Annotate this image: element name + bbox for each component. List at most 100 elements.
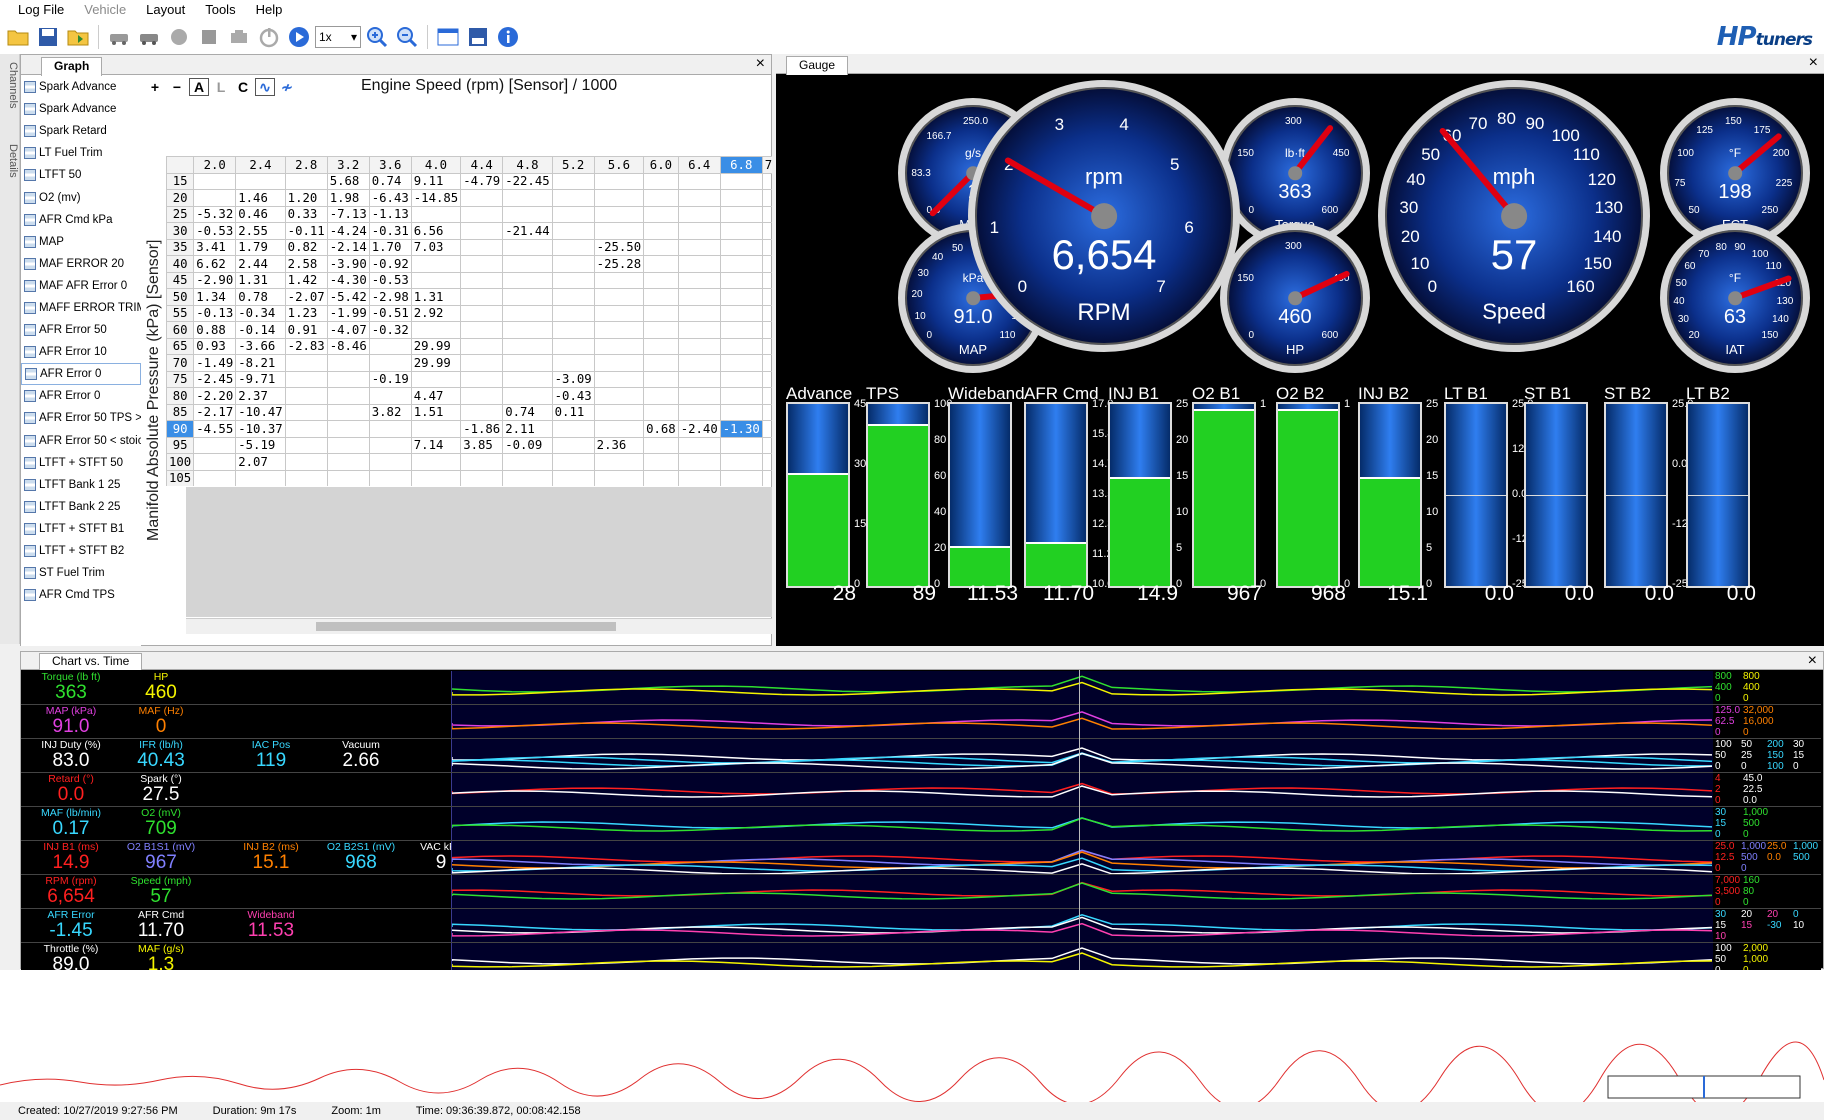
table-cell[interactable] xyxy=(460,238,504,256)
table-cell[interactable] xyxy=(761,469,772,486)
table-cell[interactable] xyxy=(643,387,679,405)
table-cell[interactable] xyxy=(284,387,328,405)
table-cell[interactable]: -0.09 xyxy=(502,436,553,454)
table-cell[interactable] xyxy=(502,304,553,322)
table-cell[interactable] xyxy=(368,436,412,454)
menu-tools[interactable]: Tools xyxy=(195,0,245,20)
table-cell[interactable] xyxy=(593,420,645,438)
table-cell[interactable] xyxy=(502,288,553,306)
table-cell[interactable]: -0.51 xyxy=(368,304,412,322)
menu-layout[interactable]: Layout xyxy=(136,0,195,20)
table-cell[interactable] xyxy=(761,436,772,454)
table-cell[interactable] xyxy=(761,321,772,339)
table-cell[interactable] xyxy=(677,453,721,471)
table-cell[interactable] xyxy=(326,436,370,454)
column-header[interactable]: 5.2 xyxy=(551,156,595,174)
table-cell[interactable] xyxy=(761,337,772,355)
channel-readout[interactable]: Wideband 11.53 xyxy=(226,909,316,941)
column-header[interactable]: 2.4 xyxy=(235,156,286,174)
channel-list-item[interactable]: AFR Error 50 TPS > 5 xyxy=(21,407,141,429)
table-cell[interactable] xyxy=(593,321,645,339)
table-cell[interactable] xyxy=(368,469,412,486)
channel-readout[interactable]: AFR Error -1.45 xyxy=(26,909,116,941)
table-cell[interactable] xyxy=(502,205,553,223)
channel-list-item[interactable]: AFR Error 0 xyxy=(21,385,141,407)
table-cell[interactable] xyxy=(593,271,645,289)
log-overview-strip[interactable] xyxy=(0,970,1824,1102)
table-cell[interactable] xyxy=(368,337,412,355)
table-cell[interactable] xyxy=(326,354,370,372)
table-cell[interactable] xyxy=(284,370,328,388)
chart-trace[interactable] xyxy=(451,909,1713,942)
table-cell[interactable] xyxy=(551,172,595,190)
channel-list-item[interactable]: LTFT 50 xyxy=(21,164,141,186)
table-cell[interactable] xyxy=(719,370,763,388)
table-cell[interactable] xyxy=(643,436,679,454)
save-icon[interactable] xyxy=(34,23,62,51)
row-header[interactable]: 65 xyxy=(166,337,195,355)
table-cell[interactable] xyxy=(761,172,772,190)
row-header[interactable]: 35 xyxy=(166,238,195,256)
channel-list-item[interactable]: Spark Retard xyxy=(21,120,141,142)
table-cell[interactable] xyxy=(719,403,763,421)
details-side-tab[interactable]: Details xyxy=(1,144,19,178)
table-cell[interactable] xyxy=(719,189,763,207)
menu-help[interactable]: Help xyxy=(246,0,293,20)
table-cell[interactable]: -0.53 xyxy=(368,271,412,289)
play-icon[interactable] xyxy=(285,23,313,51)
table-cell[interactable] xyxy=(410,205,462,223)
table-cell[interactable] xyxy=(593,453,645,471)
table-cell[interactable] xyxy=(719,453,763,471)
table-cell[interactable] xyxy=(761,304,772,322)
table-cell[interactable]: -4.07 xyxy=(326,321,370,339)
table-cell[interactable] xyxy=(677,469,721,486)
table-cell[interactable] xyxy=(460,288,504,306)
table-cell[interactable] xyxy=(551,288,595,306)
column-header[interactable]: 6.4 xyxy=(677,156,721,174)
menu-vehicle[interactable]: Vehicle xyxy=(74,0,136,20)
table-cell[interactable] xyxy=(593,403,645,421)
column-header[interactable]: 2.0 xyxy=(193,156,237,174)
row-header[interactable]: 85 xyxy=(166,403,195,421)
table-cell[interactable] xyxy=(410,453,462,471)
close-icon[interactable]: × xyxy=(756,56,765,72)
table-cell[interactable]: 0.88 xyxy=(193,321,237,339)
column-header[interactable]: 4.0 xyxy=(410,156,462,174)
table-cell[interactable] xyxy=(719,436,763,454)
table-cell[interactable] xyxy=(502,321,553,339)
table-cell[interactable] xyxy=(551,271,595,289)
table-cell[interactable] xyxy=(593,370,645,388)
table-cell[interactable]: 1.31 xyxy=(410,288,462,306)
table-cell[interactable] xyxy=(502,453,553,471)
table-cell[interactable] xyxy=(593,387,645,405)
row-header[interactable]: 100 xyxy=(166,453,195,471)
table-cell[interactable] xyxy=(593,354,645,372)
channel-list-item[interactable]: LTFT Bank 1 25 xyxy=(21,474,141,496)
table-cell[interactable] xyxy=(460,337,504,355)
table-cell[interactable] xyxy=(460,222,504,240)
table-cell[interactable] xyxy=(643,370,679,388)
table-cell[interactable]: -4.79 xyxy=(460,172,504,190)
table-cell[interactable] xyxy=(410,321,462,339)
table-cell[interactable] xyxy=(593,205,645,223)
channel-list-item[interactable]: AFR Cmd kPa xyxy=(21,209,141,231)
table-cell[interactable] xyxy=(284,403,328,421)
table-cell[interactable] xyxy=(677,172,721,190)
channel-list-item[interactable]: O2 (mv) xyxy=(21,186,141,208)
channel-readout[interactable]: MAP (kPa) 91.0 xyxy=(26,705,116,737)
table-cell[interactable] xyxy=(502,370,553,388)
table-cell[interactable] xyxy=(460,189,504,207)
table-cell[interactable] xyxy=(368,387,412,405)
waveform-icon[interactable]: ∿ xyxy=(255,78,275,96)
channel-list-item[interactable]: LTFT Bank 2 25 xyxy=(21,496,141,518)
table-cell[interactable] xyxy=(502,271,553,289)
stop-icon[interactable] xyxy=(195,23,223,51)
table-cell[interactable] xyxy=(761,403,772,421)
table-cell[interactable] xyxy=(677,271,721,289)
column-header[interactable]: 4.8 xyxy=(502,156,553,174)
table-cell[interactable] xyxy=(719,172,763,190)
row-header[interactable]: 55 xyxy=(166,304,195,322)
table-cell[interactable]: 0.74 xyxy=(368,172,412,190)
table-cell[interactable] xyxy=(551,205,595,223)
table-cell[interactable] xyxy=(719,288,763,306)
